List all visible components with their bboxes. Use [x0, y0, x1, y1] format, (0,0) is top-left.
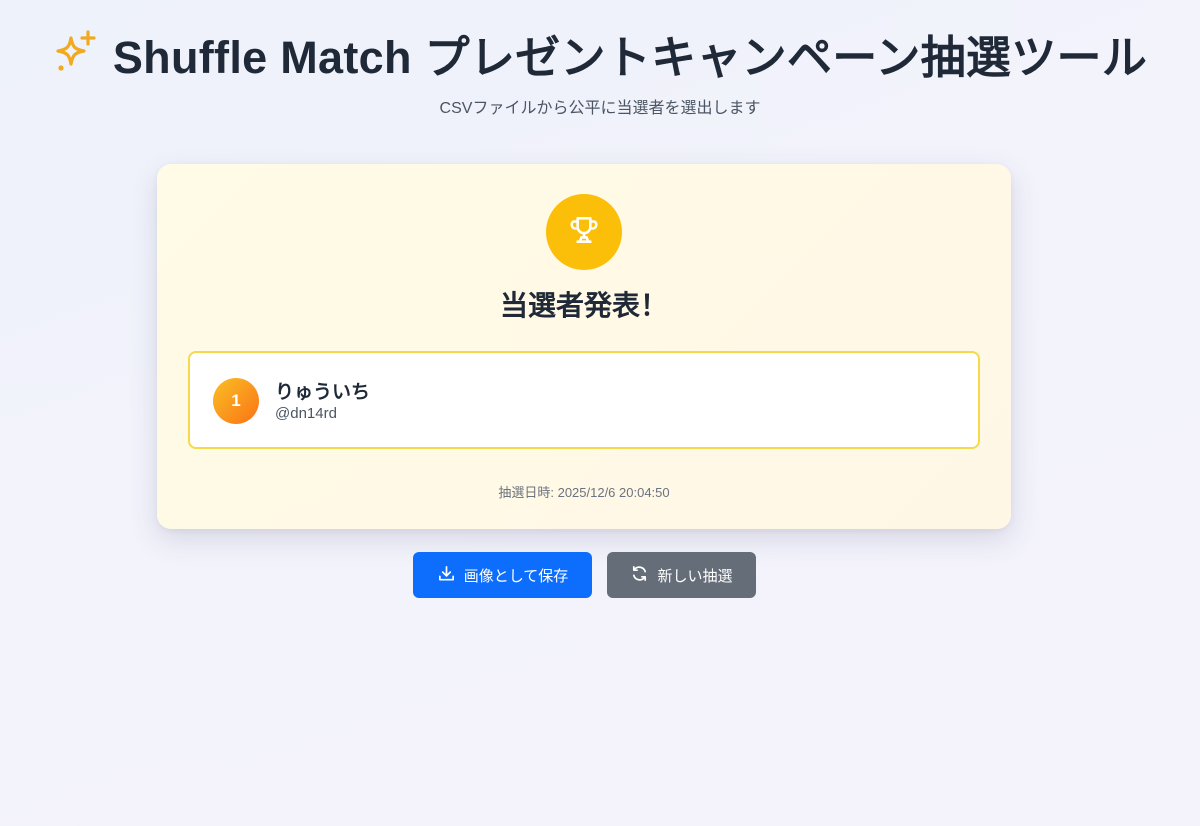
winner-handle: @dn14rd	[275, 405, 337, 422]
trophy-badge	[546, 194, 622, 270]
trophy-icon	[567, 213, 601, 252]
download-icon	[437, 564, 456, 587]
page-title: Shuffle Match プレゼントキャンペーン抽選ツール	[112, 31, 1148, 83]
draw-datetime: 抽選日時: 2025/12/6 20:04:50	[498, 485, 670, 500]
new-draw-button[interactable]: 新しい抽選	[607, 552, 756, 598]
result-title: 当選者発表！	[499, 290, 668, 321]
result-card: 当選者発表！ 1 りゅういち @dn14rd 抽選日時: 2025/12/6 2…	[157, 164, 1011, 529]
page-subtitle: CSVファイルから公平に当選者を選出します	[439, 100, 761, 117]
page-header: Shuffle Match プレゼントキャンペーン抽選ツール CSVファイルから…	[0, 22, 1200, 118]
refresh-icon	[630, 564, 649, 587]
save-button-label: 画像として保存	[463, 567, 569, 585]
winner-name: りゅういち	[275, 382, 371, 403]
save-image-button[interactable]: 画像として保存	[413, 552, 592, 598]
rank-badge: 1	[213, 378, 259, 424]
sparkles-icon	[53, 30, 99, 76]
new-draw-button-label: 新しい抽選	[657, 567, 733, 585]
title-row: Shuffle Match プレゼントキャンペーン抽選ツール	[0, 22, 1200, 84]
winner-item: 1 りゅういち @dn14rd	[188, 351, 980, 449]
